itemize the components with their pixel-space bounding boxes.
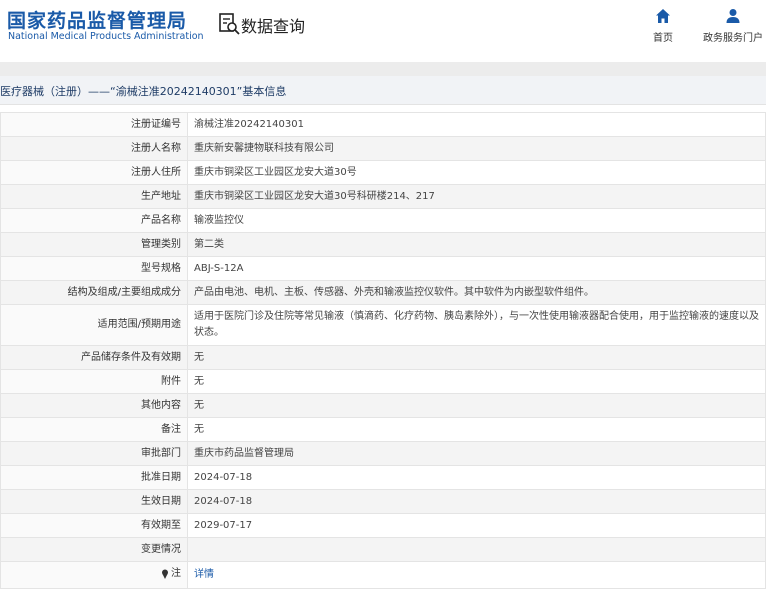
details-link[interactable]: 详情 [194, 569, 214, 580]
logo-title-en[interactable]: National Medical Products Administration [8, 31, 204, 42]
data-query-icon [219, 13, 240, 35]
table-row: 注册人住所 重庆市铜梁区工业园区龙安大道30号 [0, 160, 766, 185]
field-value: 重庆市药品监督管理局 [187, 441, 766, 466]
table-row: 产品名称 输液监控仪 [0, 208, 766, 233]
table-row: 有效期至 2029-07-17 [0, 513, 766, 538]
table-row: 注册证编号 渝械注准20242140301 [0, 112, 766, 137]
home-icon [656, 9, 670, 23]
field-label: 注册人名称 [0, 136, 188, 161]
field-value: 重庆市铜梁区工业园区龙安大道30号科研楼214、217 [187, 184, 766, 209]
note-label-text: 注 [171, 568, 181, 579]
field-value: 第二类 [187, 232, 766, 257]
field-value: 详情 [187, 561, 766, 589]
nav-home-label: 首页 [653, 33, 673, 44]
table-row: 备注无 [0, 417, 766, 442]
table-row: 注册人名称 重庆新安馨捷物联科技有限公司 [0, 136, 766, 161]
detail-table: 注册证编号 渝械注准20242140301 注册人名称 重庆新安馨捷物联科技有限公司… [0, 112, 766, 589]
field-label: 审批部门 [0, 441, 188, 466]
site-header: 国家药品监督管理局 National Medical Products Admi… [0, 0, 766, 62]
table-row: 产品储存条件及有效期无 [0, 345, 766, 370]
data-query-title: 数据查询 [241, 17, 306, 36]
field-label: 注 [0, 561, 188, 589]
field-label: 生产地址 [0, 184, 188, 209]
table-row: 附件无 [0, 369, 766, 394]
field-value: 2024-07-18 [187, 489, 766, 514]
table-row: 变更情况 [0, 537, 766, 562]
pin-icon [162, 569, 168, 579]
breadcrumb-text: 医疗器械（注册）——“渝械注准20242140301”基本信息 [0, 85, 287, 98]
field-value [187, 537, 766, 562]
field-value: 无 [187, 345, 766, 370]
field-label: 注册证编号 [0, 112, 188, 137]
field-label: 其他内容 [0, 393, 188, 418]
logo-title-cn[interactable]: 国家药品监督管理局 [7, 6, 187, 33]
field-label: 产品储存条件及有效期 [0, 345, 188, 370]
field-value: 渝械注准20242140301 [187, 112, 766, 137]
field-value: 输液监控仪 [187, 208, 766, 233]
field-label: 注册人住所 [0, 160, 188, 185]
nav-service-portal[interactable]: 政务服务门户 [700, 7, 766, 44]
field-value: 2024-07-18 [187, 465, 766, 490]
user-icon [726, 9, 740, 23]
table-row: 其他内容无 [0, 393, 766, 418]
field-label: 生效日期 [0, 489, 188, 514]
field-label: 适用范围/预期用途 [0, 304, 188, 346]
nav-home[interactable]: 首页 [646, 7, 680, 44]
field-value: 无 [187, 369, 766, 394]
field-label: 有效期至 [0, 513, 188, 538]
field-label: 型号规格 [0, 256, 188, 281]
field-value: 重庆市铜梁区工业园区龙安大道30号 [187, 160, 766, 185]
field-label: 结构及组成/主要组成成分 [0, 280, 188, 305]
note-label: 注 [161, 562, 181, 585]
table-row: 适用范围/预期用途 适用于医院门诊及住院等常见输液（慎滴药、化疗药物、胰岛素除外）… [0, 304, 766, 346]
field-value: 适用于医院门诊及住院等常见输液（慎滴药、化疗药物、胰岛素除外），与一次性使用输液… [187, 304, 766, 346]
table-row: 生产地址 重庆市铜梁区工业园区龙安大道30号科研楼214、217 [0, 184, 766, 209]
field-value: 2029-07-17 [187, 513, 766, 538]
table-row: 生效日期 2024-07-18 [0, 489, 766, 514]
field-value: 无 [187, 393, 766, 418]
field-label: 管理类别 [0, 232, 188, 257]
field-value: ABJ-S-12A [187, 256, 766, 281]
field-value: 产品由电池、电机、主板、传感器、外壳和输液监控仪软件。其中软件为内嵌型软件组件。 [187, 280, 766, 305]
table-row: 注 详情 [0, 561, 766, 589]
table-row: 管理类别 第二类 [0, 232, 766, 257]
table-row: 型号规格 ABJ-S-12A [0, 256, 766, 281]
table-row: 结构及组成/主要组成成分 产品由电池、电机、主板、传感器、外壳和输液监控仪软件。其… [0, 280, 766, 305]
field-value: 重庆新安馨捷物联科技有限公司 [187, 136, 766, 161]
breadcrumb: 医疗器械（注册）——“渝械注准20242140301”基本信息 [0, 76, 766, 105]
field-label: 备注 [0, 417, 188, 442]
table-row: 审批部门 重庆市药品监督管理局 [0, 441, 766, 466]
field-label: 批准日期 [0, 465, 188, 490]
field-label: 附件 [0, 369, 188, 394]
table-row: 批准日期 2024-07-18 [0, 465, 766, 490]
header-divider-band [0, 62, 766, 76]
field-label: 产品名称 [0, 208, 188, 233]
nav-service-portal-label: 政务服务门户 [703, 33, 763, 44]
field-label: 变更情况 [0, 537, 188, 562]
field-value: 无 [187, 417, 766, 442]
